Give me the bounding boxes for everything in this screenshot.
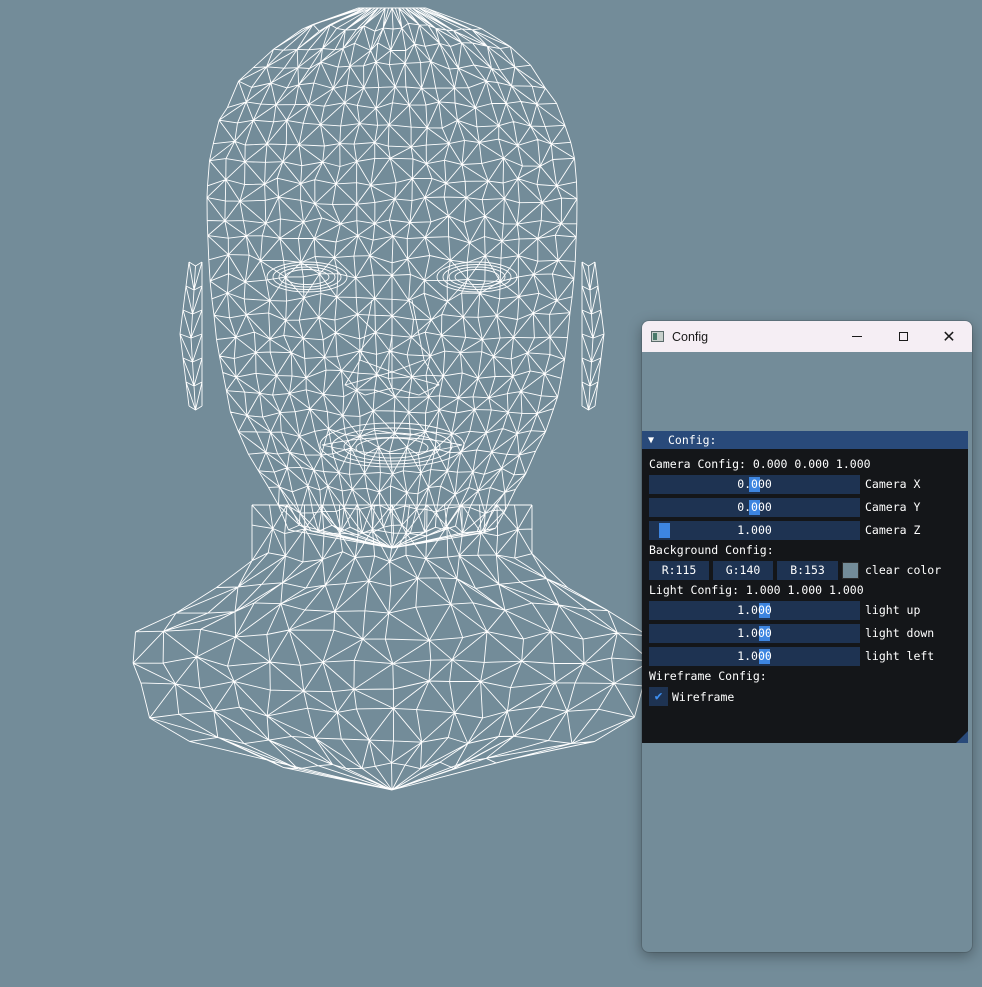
light-config-label: Light Config: 1.000 1.000 1.000 [649,583,864,597]
slider-grab[interactable] [658,523,670,538]
bg-red-field[interactable]: R:115 [649,561,709,580]
camera-z-value: 1.000 [737,523,772,537]
close-icon: ✕ [942,326,956,346]
camera-y-label: Camera Y [865,500,921,514]
light-up-value: 1.000 [737,603,772,617]
light-up-slider[interactable]: 1.000 [649,601,860,620]
camera-z-slider[interactable]: 1.000 [649,521,860,540]
camera-y-slider[interactable]: 0.000 [649,498,860,517]
minimize-icon [852,336,862,337]
close-button[interactable]: ✕ [926,321,972,352]
app-icon [651,331,664,342]
maximize-icon [898,332,908,341]
background-config-label: Background Config: [649,543,774,557]
clear-color-swatch[interactable] [842,562,859,579]
camera-z-label: Camera Z [865,523,921,537]
light-down-value: 1.000 [737,626,772,640]
camera-y-value: 0.000 [737,500,772,514]
light-down-slider[interactable]: 1.000 [649,624,860,643]
light-left-label: light left [865,649,935,663]
config-window: Config ✕ ▼ Config: Camera Config: 0.000 … [642,321,972,952]
imgui-config-panel: ▼ Config: Camera Config: 0.000 0.000 1.0… [642,431,968,743]
clear-color-label: clear color [865,563,942,577]
bg-green-field[interactable]: G:140 [713,561,773,580]
light-left-slider[interactable]: 1.000 [649,647,860,666]
wireframe-config-label: Wireframe Config: [649,669,767,683]
camera-config-label: Camera Config: 0.000 0.000 1.000 [649,457,871,471]
bg-blue-field[interactable]: B:153 [777,561,838,580]
camera-x-value: 0.000 [737,477,772,491]
wireframe-checkbox[interactable]: ✔ [649,687,668,706]
minimize-button[interactable] [834,321,880,352]
resize-grip[interactable] [956,731,968,743]
config-header-label: Config: [668,433,717,447]
wireframe-checkbox-label: Wireframe [672,689,735,704]
light-left-value: 1.000 [737,649,772,663]
window-titlebar[interactable]: Config ✕ [642,321,972,352]
collapse-arrow-icon: ▼ [648,434,655,446]
config-collapsing-header[interactable]: ▼ Config: [642,431,968,449]
camera-x-label: Camera X [865,477,921,491]
camera-x-slider[interactable]: 0.000 [649,475,860,494]
checkmark-icon: ✔ [654,689,663,704]
maximize-button[interactable] [880,321,926,352]
light-down-label: light down [865,626,935,640]
light-up-label: light up [865,603,921,617]
window-title: Config [672,329,709,344]
